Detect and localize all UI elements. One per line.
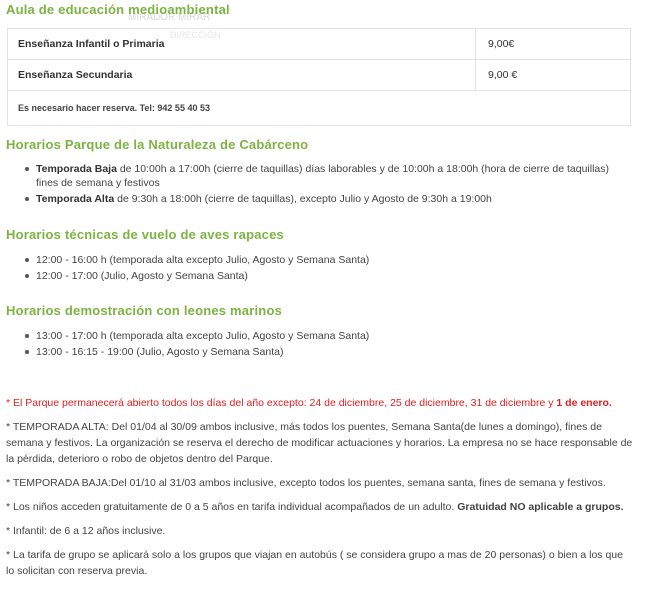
grupo-note: * La tarifa de grupo se aplicará solo a … bbox=[6, 549, 623, 577]
baja-note: * TEMPORADA BAJA:Del 01/10 al 31/03 ambo… bbox=[6, 477, 606, 489]
leones-title: Horarios demostración con leones marinos bbox=[6, 303, 283, 318]
parque-list: Temporada Baja de 10:00h a 17:00h (cierr… bbox=[6, 162, 626, 206]
parque-section: Horarios Parque de la Naturaleza de Cabá… bbox=[6, 137, 626, 208]
price-label: Enseñanza Infantil o Primaria bbox=[7, 28, 476, 60]
parque-title: Horarios Parque de la Naturaleza de Cabá… bbox=[6, 137, 309, 152]
opening-note-text: * El Parque permanecerá abierto todos lo… bbox=[6, 397, 557, 409]
price-label: Enseñanza Secundaria bbox=[7, 59, 476, 91]
price-value: 9,00 € bbox=[475, 59, 631, 91]
reservation-note: Es necesario hacer reserva. Tel: 942 55 … bbox=[7, 90, 631, 126]
notes-block: * El Parque permanecerá abierto todos lo… bbox=[6, 395, 634, 587]
aves-title: Horarios técnicas de vuelo de aves rapac… bbox=[6, 227, 284, 242]
leones-section: Horarios demostración con leones marinos… bbox=[6, 303, 369, 361]
season-text: de 10:00h a 17:00h (cierre de taquillas)… bbox=[36, 163, 609, 189]
ninos-text: * Los niños acceden gratuitamente de 0 a… bbox=[6, 501, 458, 513]
price-value: 9,00€ bbox=[475, 28, 631, 60]
season-text: de 9:30h a 18:00h (cierre de taquillas),… bbox=[114, 193, 492, 205]
aula-title: Aula de educación medioambiental bbox=[6, 2, 230, 17]
list-item: 13:00 - 17:00 h (temporada alta excepto … bbox=[24, 330, 370, 342]
season-label: Temporada Baja bbox=[36, 163, 117, 175]
list-item: 12:00 - 16:00 h (temporada alta excepto … bbox=[24, 254, 370, 266]
aves-section: Horarios técnicas de vuelo de aves rapac… bbox=[6, 227, 369, 285]
list-item: Temporada Baja de 10:00h a 17:00h (cierr… bbox=[25, 162, 626, 190]
table-row: Enseñanza Infantil o Primaria 9,00€ bbox=[7, 28, 631, 60]
aves-list: 12:00 - 16:00 h (temporada alta excepto … bbox=[6, 253, 369, 283]
ninos-note: * Los niños acceden gratuitamente de 0 a… bbox=[6, 499, 634, 515]
table-row: Enseñanza Secundaria 9,00 € bbox=[7, 59, 631, 91]
list-item: Temporada Alta de 9:30h a 18:00h (cierre… bbox=[25, 192, 626, 206]
price-table: Enseñanza Infantil o Primaria 9,00€ Ense… bbox=[7, 28, 631, 126]
opening-note-bold: 1 de enero. bbox=[556, 397, 612, 409]
list-item: 13:00 - 16:15 - 19:00 (Julio, Agosto y S… bbox=[24, 345, 369, 359]
opening-note: * El Parque permanecerá abierto todos lo… bbox=[6, 395, 634, 411]
content-area: MIRADOR MIRAR DIRECCIÓN Aula de educació… bbox=[0, 0, 655, 591]
ninos-bold: Gratuidad NO aplicable a grupos. bbox=[457, 501, 624, 513]
leones-list: 13:00 - 17:00 h (temporada alta excepto … bbox=[6, 329, 369, 359]
season-label: Temporada Alta bbox=[36, 193, 115, 205]
table-row: Es necesario hacer reserva. Tel: 942 55 … bbox=[7, 90, 631, 126]
infantil-note: * Infantil: de 6 a 12 años inclusive. bbox=[6, 525, 166, 537]
alta-note: * TEMPORADA ALTA: Del 01/04 al 30/09 amb… bbox=[6, 421, 633, 465]
list-item: 12:00 - 17:00 (Julio, Agosto y Semana Sa… bbox=[24, 269, 369, 283]
